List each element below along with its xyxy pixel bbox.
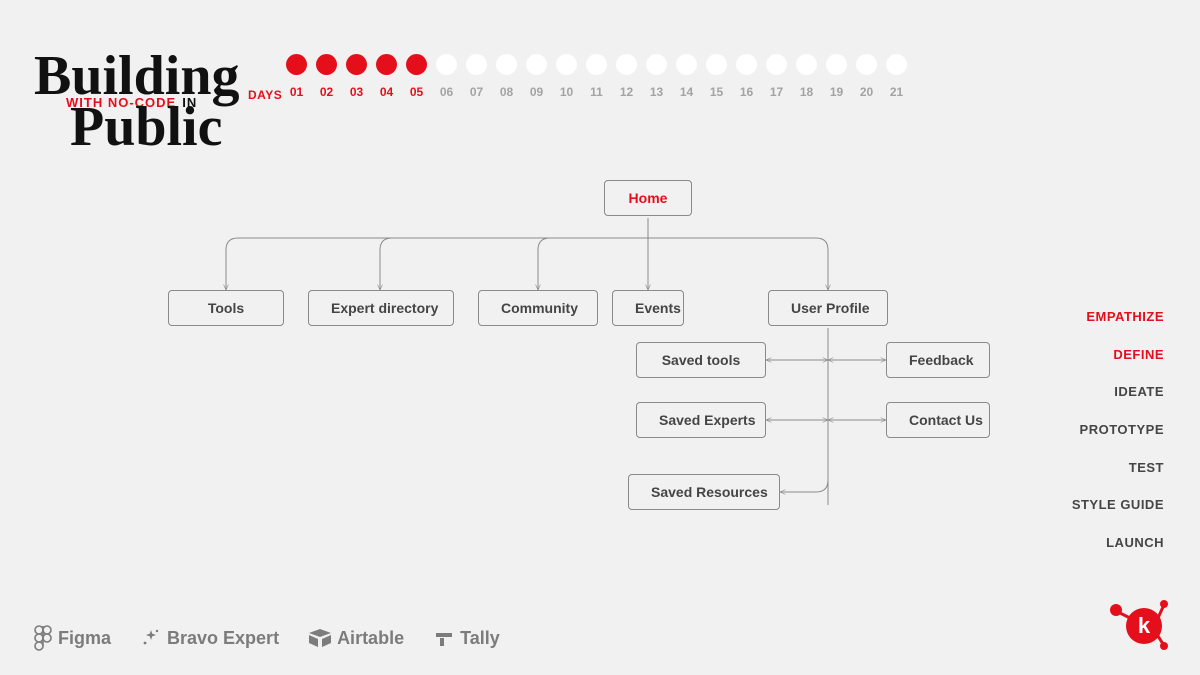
- day-number: 02: [316, 85, 337, 99]
- day-dot: [316, 54, 337, 75]
- day-dot: [826, 54, 847, 75]
- node-expert-directory: Expert directory: [308, 290, 454, 326]
- svg-text:k: k: [1138, 613, 1151, 638]
- day-dot: [796, 54, 817, 75]
- day-dot: [526, 54, 547, 75]
- node-feedback: Feedback: [886, 342, 990, 378]
- day-number: 20: [856, 85, 877, 99]
- node-home: Home: [604, 180, 692, 216]
- day-dot: [436, 54, 457, 75]
- day-dot: [616, 54, 637, 75]
- sparkle-icon: [141, 628, 161, 648]
- day-number: 03: [346, 85, 367, 99]
- day-dot: [466, 54, 487, 75]
- tool-airtable-label: Airtable: [337, 628, 404, 649]
- logo: Building WITH NO-CODE IN Public: [34, 48, 239, 155]
- node-contact-us: Contact Us: [886, 402, 990, 438]
- day-number: 01: [286, 85, 307, 99]
- phase-list: EMPATHIZEDEFINEIDEATEPROTOTYPETESTSTYLE …: [1072, 298, 1164, 562]
- phase-item: DEFINE: [1072, 336, 1164, 374]
- node-saved-experts: Saved Experts: [636, 402, 766, 438]
- airtable-icon: [309, 629, 331, 647]
- days-tracker: DAYS 01020304050607080910111213141516171…: [286, 54, 986, 99]
- tool-bravo-label: Bravo Expert: [167, 628, 279, 649]
- days-caption: DAYS: [248, 88, 282, 102]
- day-number: 15: [706, 85, 727, 99]
- day-number: 16: [736, 85, 757, 99]
- phase-item: STYLE GUIDE: [1072, 486, 1164, 524]
- day-dot: [706, 54, 727, 75]
- day-dot: [346, 54, 367, 75]
- day-dot: [586, 54, 607, 75]
- phase-item: EMPATHIZE: [1072, 298, 1164, 336]
- day-dot: [676, 54, 697, 75]
- day-dot: [376, 54, 397, 75]
- logo-line2: Public: [70, 99, 239, 155]
- day-number: 17: [766, 85, 787, 99]
- footer-tools: Figma Bravo Expert Airtable Tally: [34, 625, 500, 651]
- node-tools: Tools: [168, 290, 284, 326]
- day-number: 12: [616, 85, 637, 99]
- tool-bravo: Bravo Expert: [141, 628, 279, 649]
- k-logo-icon: k: [1108, 596, 1170, 657]
- day-dot: [406, 54, 427, 75]
- day-dot: [646, 54, 667, 75]
- node-community: Community: [478, 290, 598, 326]
- phase-item: IDEATE: [1072, 373, 1164, 411]
- node-saved-tools: Saved tools: [636, 342, 766, 378]
- sitemap-diagram: Home Tools Expert directory Community Ev…: [160, 180, 980, 560]
- tool-tally-label: Tally: [460, 628, 500, 649]
- day-number: 04: [376, 85, 397, 99]
- day-dot: [766, 54, 787, 75]
- node-saved-resources: Saved Resources: [628, 474, 780, 510]
- day-number: 08: [496, 85, 517, 99]
- day-number: 18: [796, 85, 817, 99]
- phase-item: LAUNCH: [1072, 524, 1164, 562]
- tool-figma-label: Figma: [58, 628, 111, 649]
- day-number: 06: [436, 85, 457, 99]
- day-dot: [736, 54, 757, 75]
- connectors: [160, 180, 980, 560]
- tool-airtable: Airtable: [309, 628, 404, 649]
- tool-figma: Figma: [34, 625, 111, 651]
- day-dot: [496, 54, 517, 75]
- figma-icon: [34, 625, 52, 651]
- day-number: 05: [406, 85, 427, 99]
- day-number: 11: [586, 85, 607, 99]
- day-dot: [886, 54, 907, 75]
- phase-item: PROTOTYPE: [1072, 411, 1164, 449]
- tally-icon: [434, 629, 454, 647]
- node-user-profile: User Profile: [768, 290, 888, 326]
- day-dot: [856, 54, 877, 75]
- node-events: Events: [612, 290, 684, 326]
- day-number: 07: [466, 85, 487, 99]
- day-dot: [556, 54, 577, 75]
- day-number: 10: [556, 85, 577, 99]
- day-number: 19: [826, 85, 847, 99]
- day-number: 09: [526, 85, 547, 99]
- day-dot: [286, 54, 307, 75]
- day-number: 13: [646, 85, 667, 99]
- tool-tally: Tally: [434, 628, 500, 649]
- day-number: 14: [676, 85, 697, 99]
- day-number: 21: [886, 85, 907, 99]
- phase-item: TEST: [1072, 449, 1164, 487]
